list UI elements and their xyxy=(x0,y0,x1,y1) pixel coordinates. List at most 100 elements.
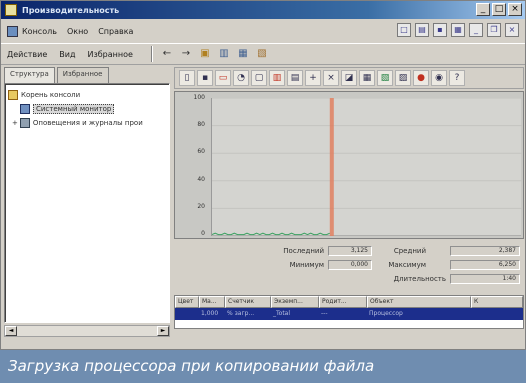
show-tree-icon[interactable]: ▥ xyxy=(216,46,232,62)
menu-view[interactable]: Вид xyxy=(59,50,75,59)
restore-icon[interactable]: ❐ xyxy=(487,23,501,37)
mmc-window: Производительность _ □ × Консоль Окно Сп… xyxy=(0,0,526,350)
help-icon[interactable]: ? xyxy=(449,70,465,86)
minimize-button[interactable]: _ xyxy=(476,3,490,16)
new-counter-icon[interactable]: ▯ xyxy=(179,70,195,86)
tree-pane: Структура Избранное Корень консоли Систе… xyxy=(4,67,170,337)
maximize-button[interactable]: □ xyxy=(492,3,506,16)
log-icon xyxy=(19,118,30,128)
duration-value: 1:40 xyxy=(450,274,520,284)
pane-tabs: Структура Избранное xyxy=(4,67,170,83)
save-icon[interactable]: ▪ xyxy=(433,23,447,37)
menu-window[interactable]: Окно xyxy=(67,27,88,36)
graph-area xyxy=(211,97,522,237)
table-row[interactable]: 1,000 % загр... _Total --- Процессор xyxy=(175,308,523,320)
max-value: 6,250 xyxy=(450,260,520,270)
console-icon[interactable]: ▦ xyxy=(451,23,465,37)
cpu-usage-series-line xyxy=(211,232,331,236)
toolbar-separator xyxy=(150,46,153,62)
y-tick-label: 0 xyxy=(201,230,205,237)
view-current-icon[interactable]: ▭ xyxy=(215,70,231,86)
tree-horizontal-scrollbar[interactable]: ◄ ► xyxy=(4,325,170,337)
tree-item-alerts-logs[interactable]: + Оповещения и журналы прои xyxy=(8,116,166,130)
max-label: Максимум xyxy=(388,261,426,269)
column-header-object[interactable]: Объект xyxy=(367,296,471,308)
column-header-scale[interactable]: Ма... xyxy=(199,296,225,308)
duration-label: Длительность xyxy=(393,275,446,283)
menu-bar: Консоль Окно Справка □ ▤ ▪ ▦ _ ❐ × xyxy=(1,20,525,42)
monitor-toolbar: ▯ ▪ ▭ ◔ ▢ ▥ ▤ + × ◪ ▦ ▧ ▨ ● ◉ ? xyxy=(174,67,524,89)
tree-item-system-monitor[interactable]: Системный монитор xyxy=(8,102,166,116)
figure-caption: Загрузка процессора при копировании файл… xyxy=(0,350,526,383)
column-header-instance[interactable]: Экземп... xyxy=(271,296,319,308)
scroll-right-icon[interactable]: ► xyxy=(157,326,169,336)
copy-icon[interactable]: ▦ xyxy=(359,70,375,86)
y-tick-label: 100 xyxy=(193,94,205,101)
add-counter-icon[interactable]: + xyxy=(305,70,321,86)
export-icon[interactable]: ▧ xyxy=(254,46,270,62)
table-header: Цвет Ма... Счетчик Экземп... Родит... Об… xyxy=(175,296,523,308)
menu-window-label: Окно xyxy=(66,26,89,36)
window-title: Производительность xyxy=(22,5,120,15)
menu-help[interactable]: Справка xyxy=(98,27,133,36)
open-icon[interactable]: ▤ xyxy=(415,23,429,37)
cell-object: Процессор xyxy=(369,310,403,317)
up-folder-icon[interactable]: ▣ xyxy=(197,46,213,62)
tree-item-label: Оповещения и журналы прои xyxy=(32,119,143,127)
column-header-computer[interactable]: К xyxy=(471,296,523,308)
monitor-icon xyxy=(20,104,30,114)
close-icon[interactable]: × xyxy=(505,23,519,37)
properties-icon[interactable]: ▦ xyxy=(235,46,251,62)
graph-panel: 100 80 60 40 20 0 xyxy=(174,91,524,239)
current-time-cursor xyxy=(329,98,334,236)
forward-arrow-icon[interactable]: → xyxy=(178,46,194,62)
scroll-left-icon[interactable]: ◄ xyxy=(5,326,17,336)
column-header-counter[interactable]: Счетчик xyxy=(225,296,271,308)
console-toolbar: □ ▤ ▪ ▦ _ ❐ × xyxy=(397,23,519,37)
y-tick-label: 80 xyxy=(197,121,205,128)
tab-tree[interactable]: Структура xyxy=(4,67,55,83)
cell-color xyxy=(175,308,199,320)
counter-legend-table: Цвет Ма... Счетчик Экземп... Родит... Об… xyxy=(174,295,524,329)
close-button[interactable]: × xyxy=(508,3,522,16)
update-icon[interactable]: ◉ xyxy=(431,70,447,86)
cpu-graph xyxy=(211,97,522,237)
back-arrow-icon[interactable]: ← xyxy=(159,46,175,62)
new-window-icon[interactable]: □ xyxy=(397,23,411,37)
tree-item-label: Системный монитор xyxy=(33,104,115,114)
view-report-icon[interactable]: ▤ xyxy=(287,70,303,86)
tree-item-console-root[interactable]: Корень консоли xyxy=(8,88,166,102)
window-controls: _ □ × xyxy=(476,3,522,16)
system-monitor-pane: ▯ ▪ ▭ ◔ ▢ ▥ ▤ + × ◪ ▦ ▧ ▨ ● ◉ ? 100 80 6… xyxy=(174,67,524,337)
menu-favorites[interactable]: Избранное xyxy=(87,50,132,59)
menu-action[interactable]: Действие xyxy=(7,50,47,59)
highlight-icon[interactable]: ◪ xyxy=(341,70,357,86)
column-header-color[interactable]: Цвет xyxy=(175,296,199,308)
tree-item-label: Корень консоли xyxy=(21,91,81,99)
paste-icon[interactable]: ▧ xyxy=(377,70,393,86)
console-tree: Корень консоли Системный монитор + Опове… xyxy=(4,83,170,323)
title-bar[interactable]: Производительность _ □ × xyxy=(1,1,525,19)
expand-plus-icon[interactable]: + xyxy=(12,119,18,127)
tab-favorites[interactable]: Избранное xyxy=(56,67,109,83)
view-graph-icon[interactable]: ▢ xyxy=(251,70,267,86)
freeze-icon[interactable]: ● xyxy=(413,70,429,86)
cell-instance: _Total xyxy=(273,310,291,317)
menu-console[interactable]: Консоль xyxy=(7,25,57,37)
folder-icon xyxy=(8,90,18,100)
avg-label: Средний xyxy=(393,247,426,255)
clear-icon[interactable]: ▪ xyxy=(197,70,213,86)
min-value: 0,000 xyxy=(328,260,372,270)
y-tick-label: 40 xyxy=(197,176,205,183)
console-icon xyxy=(7,25,18,37)
app-icon xyxy=(5,4,17,16)
view-histogram-icon[interactable]: ▥ xyxy=(269,70,285,86)
view-log-icon[interactable]: ◔ xyxy=(233,70,249,86)
min-label: Минимум xyxy=(289,261,324,269)
column-header-parent[interactable]: Родит... xyxy=(319,296,367,308)
cell-counter: % загр... xyxy=(227,310,255,317)
cell-computer xyxy=(471,308,523,320)
delete-counter-icon[interactable]: × xyxy=(323,70,339,86)
minimize-icon[interactable]: _ xyxy=(469,23,483,37)
properties-icon[interactable]: ▨ xyxy=(395,70,411,86)
